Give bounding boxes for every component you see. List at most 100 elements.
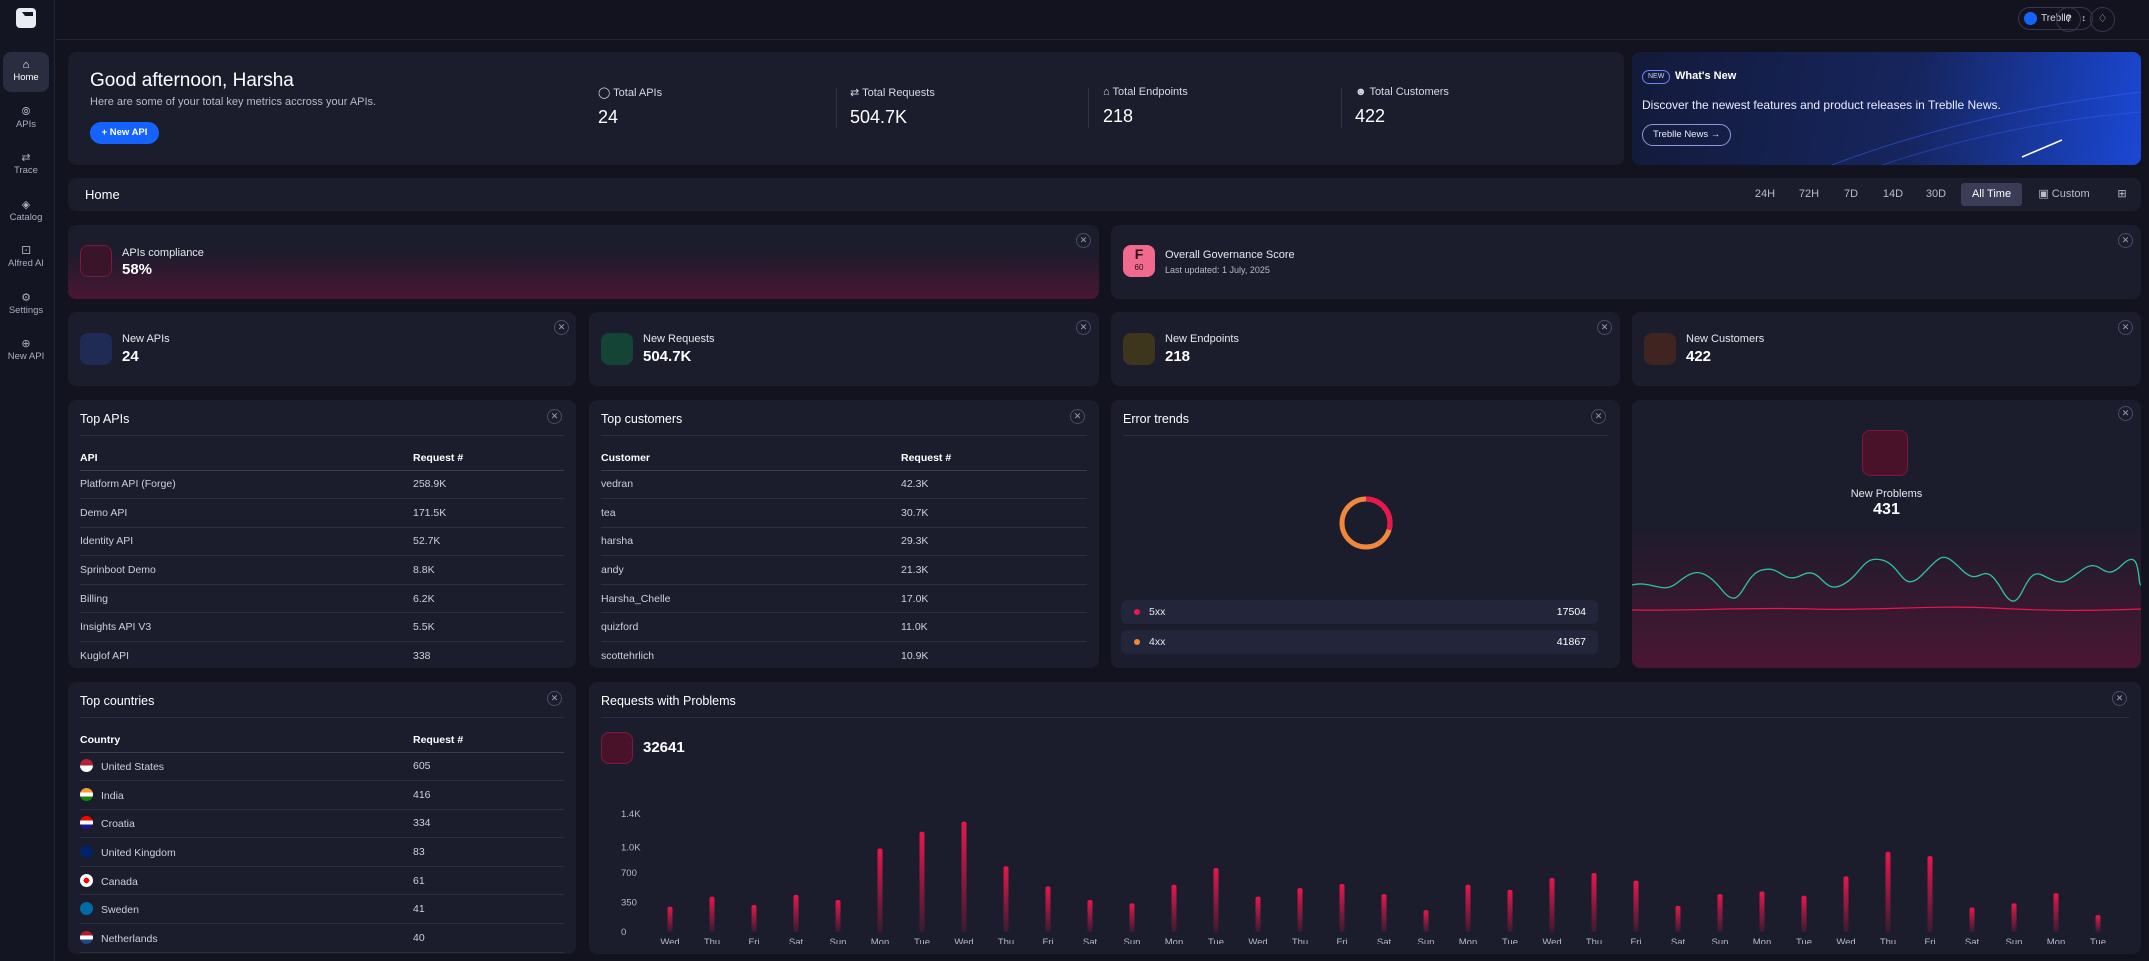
table-row[interactable]: Sweden 41 <box>80 894 564 925</box>
close-icon[interactable]: ✕ <box>1076 320 1091 335</box>
notifications-button[interactable]: ♢ <box>2090 7 2115 32</box>
sidebar-item-trace[interactable]: ⇄ Trace <box>3 145 49 185</box>
close-icon[interactable]: ✕ <box>2118 406 2133 421</box>
sidebar-item-label: Alfred AI <box>8 258 44 269</box>
bar[interactable] <box>1465 884 1471 932</box>
bar[interactable] <box>961 821 967 932</box>
sidebar-item-new-api[interactable]: ⊕ New API <box>3 331 49 371</box>
close-icon[interactable]: ✕ <box>1076 233 1091 248</box>
sidebar-item-home[interactable]: ⌂ Home <box>3 52 49 92</box>
bar[interactable] <box>2011 903 2017 932</box>
problems-total: 32641 <box>643 739 685 756</box>
bar[interactable] <box>1843 876 1849 932</box>
bar[interactable] <box>1591 873 1597 932</box>
bar[interactable] <box>2095 915 2101 932</box>
close-icon[interactable]: ✕ <box>2118 320 2133 335</box>
help-button[interactable]: ? <box>2056 7 2081 32</box>
close-icon[interactable]: ✕ <box>1591 409 1606 424</box>
column-header: API <box>80 446 413 471</box>
bar[interactable] <box>1045 886 1051 932</box>
bar[interactable] <box>1339 883 1345 932</box>
table-row[interactable]: India 416 <box>80 780 564 810</box>
layout-grid-button[interactable]: ⊞ <box>2112 183 2132 206</box>
range-30d[interactable]: 30D <box>1919 183 1953 206</box>
table-row[interactable]: Billing 6.2K <box>80 584 564 614</box>
table-row[interactable]: Sprinboot Demo 8.8K <box>80 555 564 585</box>
bar[interactable] <box>1507 889 1513 932</box>
table-row[interactable]: tea 30.7K <box>601 498 1087 528</box>
bar[interactable] <box>793 894 799 932</box>
bar[interactable] <box>877 848 883 932</box>
bar[interactable] <box>709 896 715 932</box>
governance-grade-badge: F 60 <box>1123 245 1155 277</box>
bar[interactable] <box>1423 910 1429 932</box>
range-7d[interactable]: 7D <box>1836 183 1866 206</box>
sidebar-item-alfred-ai[interactable]: ⚀ Alfred AI <box>3 238 49 278</box>
bar[interactable] <box>1675 905 1681 932</box>
bar[interactable] <box>919 831 925 932</box>
x-tick-label: Fri <box>1630 937 1641 944</box>
column-header: Customer <box>601 446 901 471</box>
table-row[interactable]: quizford 11.0K <box>601 612 1087 643</box>
bar[interactable] <box>1129 903 1135 932</box>
row-value: 416 <box>413 788 431 801</box>
bar[interactable] <box>1549 878 1555 932</box>
close-icon[interactable]: ✕ <box>547 691 562 706</box>
table-row[interactable]: Identity API 52.7K <box>80 527 564 557</box>
table-row[interactable]: harsha 29.3K <box>601 527 1087 557</box>
bar[interactable] <box>835 899 841 932</box>
table-row[interactable]: Harsha_Chelle 17.0K <box>601 584 1087 614</box>
table-cell: Billing <box>80 584 413 614</box>
close-icon[interactable]: ✕ <box>2112 691 2127 706</box>
new-api-button[interactable]: + New API <box>90 122 159 144</box>
treblle-logo[interactable] <box>16 8 36 28</box>
sidebar-item-label: APIs <box>15 118 37 130</box>
bar[interactable] <box>1381 894 1387 932</box>
close-icon[interactable]: ✕ <box>2118 233 2133 248</box>
bar[interactable] <box>1213 867 1219 932</box>
table-row[interactable]: vedran 42.3K <box>601 470 1087 500</box>
divider <box>601 717 2129 718</box>
treblle-news-button[interactable]: Treblle News → <box>1642 124 1732 146</box>
bar[interactable] <box>1801 895 1807 932</box>
bar[interactable] <box>1885 851 1891 932</box>
table-row[interactable]: Kuglof API 338 <box>80 641 564 668</box>
table-row[interactable]: United States 605 <box>80 752 564 782</box>
table-row[interactable]: Canada 61 <box>80 866 564 896</box>
range-all-time[interactable]: All Time <box>1961 183 2022 206</box>
bar[interactable] <box>1969 907 1975 932</box>
bar[interactable] <box>1717 894 1723 932</box>
sidebar-item-apis[interactable]: ⦾ APIs <box>3 99 49 139</box>
table-cell: 605 <box>413 752 564 782</box>
bar[interactable] <box>1003 866 1009 932</box>
table-row[interactable]: Platform API (Forge) 258.9K <box>80 470 564 500</box>
close-icon[interactable]: ✕ <box>1070 409 1085 424</box>
table-row[interactable]: Netherlands 40 <box>80 923 564 953</box>
bar[interactable] <box>1255 896 1261 932</box>
table-row[interactable]: andy 21.3K <box>601 555 1087 585</box>
bar[interactable] <box>751 905 757 932</box>
close-icon[interactable]: ✕ <box>554 320 569 335</box>
table-row[interactable]: United Kingdom 83 <box>80 837 564 867</box>
table-row[interactable]: Insights API V3 5.5K <box>80 612 564 643</box>
table-row[interactable]: Croatia 334 <box>80 809 564 839</box>
bar[interactable] <box>1927 856 1933 932</box>
bar[interactable] <box>667 906 673 932</box>
bar[interactable] <box>1759 891 1765 932</box>
bar[interactable] <box>1297 888 1303 932</box>
bar[interactable] <box>1087 899 1093 932</box>
compliance-label: APIs compliance <box>122 247 204 259</box>
sidebar-item-settings[interactable]: ⚙ Settings <box>3 285 49 325</box>
sidebar-item-catalog[interactable]: ◈ Catalog <box>3 192 49 232</box>
range-24h[interactable]: 24H <box>1748 183 1782 206</box>
range-custom[interactable]: ▣ Custom <box>2030 183 2098 206</box>
range-14d[interactable]: 14D <box>1876 183 1910 206</box>
bar[interactable] <box>1633 880 1639 932</box>
close-icon[interactable]: ✕ <box>1597 320 1612 335</box>
bar[interactable] <box>1171 884 1177 932</box>
close-icon[interactable]: ✕ <box>547 409 562 424</box>
table-row[interactable]: scottehrlich 10.9K <box>601 641 1087 668</box>
range-72h[interactable]: 72H <box>1791 183 1827 206</box>
bar[interactable] <box>2053 893 2059 932</box>
table-row[interactable]: Demo API 171.5K <box>80 498 564 528</box>
